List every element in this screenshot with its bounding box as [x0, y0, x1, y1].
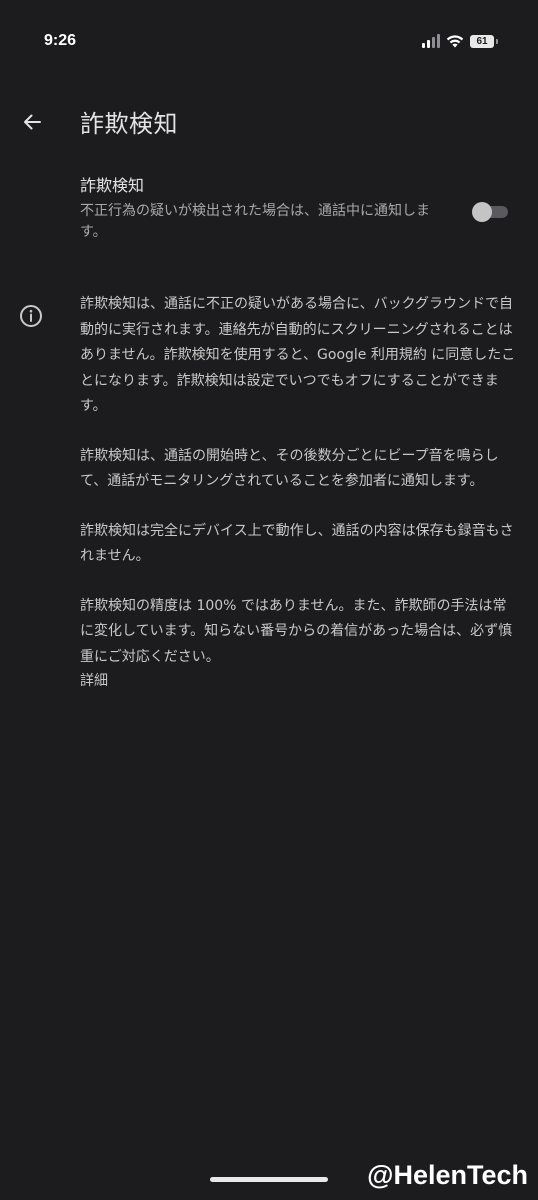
- setting-title: 詐欺検知: [80, 176, 145, 195]
- info-icon: [20, 305, 42, 327]
- scam-detection-toggle[interactable]: [472, 202, 508, 222]
- setting-description: 不正行為の疑いが検出された場合は、通話中に通知します。: [80, 203, 430, 240]
- arrow-back-icon: [24, 114, 41, 130]
- signal-icon: [422, 34, 440, 48]
- toggle-thumb: [472, 202, 492, 222]
- info-paragraph-1: 詐欺検知は、通話に不正の疑いがある場合に、バックグラウンドで自動的に実行されます…: [80, 292, 520, 420]
- status-bar: 9:26 61: [0, 28, 538, 58]
- terms-link[interactable]: Google 利用規約: [317, 347, 427, 363]
- page-title: 詐欺検知: [80, 110, 178, 138]
- battery-icon: 61: [470, 34, 498, 48]
- back-button[interactable]: [16, 106, 48, 138]
- info-paragraph-4: 詐欺検知の精度は 100% ではありません。また、詐欺師の手法は常に変化していま…: [80, 597, 513, 665]
- learn-more-link[interactable]: 詳細: [80, 670, 520, 692]
- status-icons: 61: [422, 34, 498, 48]
- info-paragraph-3: 詐欺検知は完全にデバイス上で動作し、通話の内容は保存も録音もされません。: [80, 522, 514, 565]
- status-time: 9:26: [44, 32, 77, 49]
- app-bar: 詐欺検知: [0, 98, 538, 146]
- watermark: @HelenTech: [367, 1160, 528, 1190]
- info-section: 詐欺検知は、通話に不正の疑いがある場合に、バックグラウンドで自動的に実行されます…: [80, 292, 520, 692]
- home-indicator[interactable]: [210, 1177, 328, 1182]
- info-paragraph-2: 詐欺検知は、通話の開始時と、その後数分ごとにビープ音を鳴らして、通話がモニタリン…: [80, 447, 499, 490]
- battery-level: 61: [476, 35, 488, 47]
- scam-detection-setting[interactable]: 詐欺検知 不正行為の疑いが検出された場合は、通話中に通知します。: [80, 174, 520, 252]
- wifi-icon: [446, 35, 464, 48]
